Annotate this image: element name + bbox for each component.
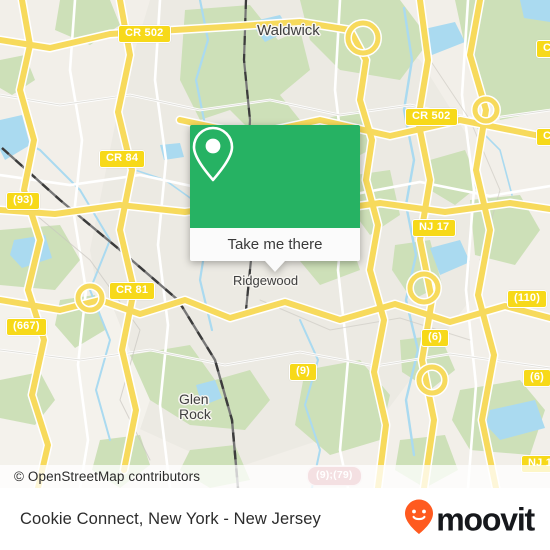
moovit-wordmark: moovit (436, 501, 535, 537)
footer-bar: Cookie Connect, New York - New Jersey mo… (0, 488, 550, 550)
moovit-smiley-pin-icon (404, 499, 434, 540)
take-me-there-label: Take me there (227, 236, 323, 253)
location-popup-card[interactable]: Take me there (190, 125, 360, 272)
take-me-there-button[interactable]: Take me there (190, 228, 360, 261)
page-title: Cookie Connect, New York - New Jersey (20, 509, 321, 528)
road-shield-cr-81: CR 81 (109, 282, 156, 300)
moovit-logo[interactable]: moovit (404, 499, 535, 540)
popup-pointer (265, 261, 285, 272)
road-shield-667: (667) (6, 318, 47, 336)
osm-attribution-bar: © OpenStreetMap contributors (0, 465, 550, 488)
road-shield-cr-edge-1: CR (536, 40, 550, 58)
road-shield-cr-edge-2: CR (536, 128, 550, 146)
screenshot-root: Waldwick Ridgewood Glen Rock CR 502 CR 5… (0, 0, 550, 550)
road-shield-93: (93) (6, 192, 41, 210)
road-shield-6-east: (6) (523, 369, 550, 387)
road-shield-6-west: (6) (421, 329, 450, 347)
road-shield-9: (9) (289, 363, 318, 381)
popup-icon-area (190, 125, 360, 228)
road-shield-110: (110) (507, 290, 548, 308)
map-canvas[interactable]: Waldwick Ridgewood Glen Rock CR 502 CR 5… (0, 0, 550, 488)
road-shield-cr-502-ne: CR 502 (405, 108, 458, 126)
road-shield-cr-502-nw: CR 502 (118, 25, 171, 43)
osm-attribution-text[interactable]: © OpenStreetMap contributors (0, 469, 200, 484)
road-shield-cr-84: CR 84 (99, 150, 146, 168)
road-shield-nj-17-ne: NJ 17 (412, 219, 457, 237)
